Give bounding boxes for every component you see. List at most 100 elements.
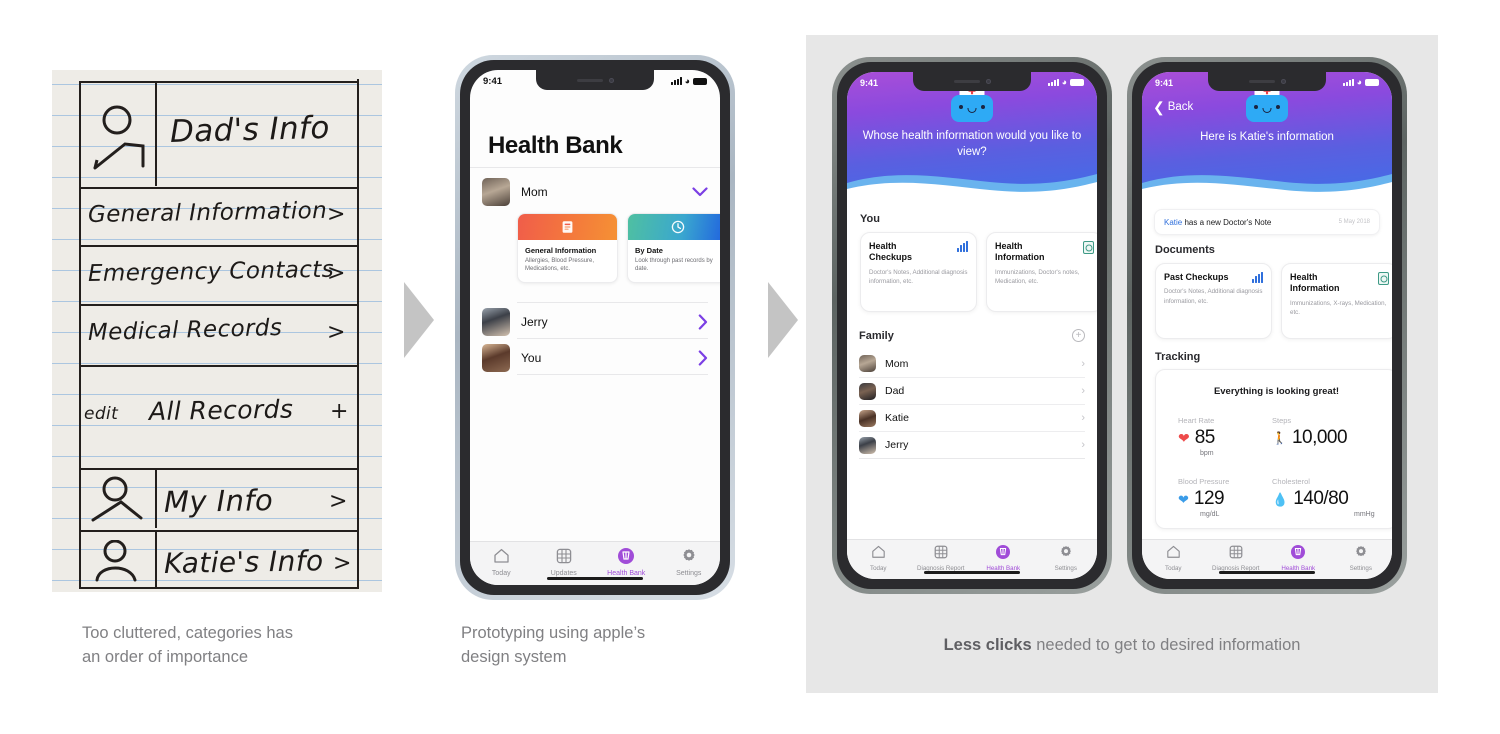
notification-person: Katie bbox=[1164, 217, 1183, 227]
family-row-dad[interactable]: Dad › bbox=[859, 377, 1085, 404]
card-general-information[interactable]: General Information Allergies, Blood Pre… bbox=[517, 213, 618, 284]
document-icon bbox=[1378, 272, 1389, 285]
sketch-row-label-2: Emergency Contacts bbox=[87, 256, 335, 287]
status-indicators: ◕ bbox=[670, 76, 707, 86]
document-icon bbox=[1083, 241, 1094, 254]
avatar bbox=[859, 382, 876, 400]
notification-date: 5 May 2018 bbox=[1338, 219, 1370, 225]
card-by-date[interactable]: By Date Look through past records by dat… bbox=[627, 213, 720, 284]
caption-prototype: Prototyping using apple’s design system bbox=[461, 624, 646, 666]
final-phone-selection: ✚ Whose health information would you lik… bbox=[832, 57, 1112, 594]
card-past-checkups[interactable]: Past Checkups Doctor's Notes, Additional… bbox=[1155, 263, 1272, 339]
health-bank-icon bbox=[618, 548, 635, 569]
chevron-right-icon[interactable] bbox=[698, 313, 708, 330]
sketch-row-affordance-4: + bbox=[330, 399, 349, 424]
person-name: You bbox=[521, 350, 542, 365]
tracking-card: Everything is looking great! Heart Rate … bbox=[1155, 369, 1392, 529]
list-separator bbox=[517, 338, 708, 339]
metric-label: Steps bbox=[1272, 416, 1292, 425]
home-indicator[interactable] bbox=[1219, 571, 1315, 574]
gear-icon bbox=[1059, 545, 1073, 564]
hero-title: Here is Katie's information bbox=[1200, 131, 1334, 143]
person-name: Jerry bbox=[521, 314, 548, 329]
family-row-katie[interactable]: Katie › bbox=[859, 404, 1085, 431]
tab-today[interactable]: Today bbox=[470, 548, 533, 585]
person-row-mom[interactable]: Mom bbox=[482, 177, 708, 207]
card-body: General Information Allergies, Blood Pre… bbox=[518, 240, 617, 282]
robot-mouth bbox=[967, 108, 977, 113]
chevron-right-icon[interactable]: › bbox=[1081, 439, 1085, 451]
card-health-information[interactable]: Health Information Immunizations, Doctor… bbox=[986, 232, 1097, 312]
tab-label: Today bbox=[491, 570, 511, 577]
avatar bbox=[859, 436, 876, 454]
avatar bbox=[482, 343, 510, 372]
sketch-row-affordance-3: > bbox=[327, 320, 346, 345]
tab-today[interactable]: Today bbox=[1142, 545, 1205, 579]
chevron-right-icon[interactable]: › bbox=[1081, 385, 1085, 397]
hero-header: ✚ Whose health information would you lik… bbox=[847, 72, 1097, 200]
metric-steps: Steps 🚶 10,000 bbox=[1272, 416, 1348, 449]
card-subtitle: Look through past records by date. bbox=[635, 258, 713, 273]
notch bbox=[1208, 72, 1326, 91]
phone-bezel: ✚ ❮ Back Here is Katie's information bbox=[1132, 62, 1402, 589]
robot-eye-right bbox=[981, 105, 985, 109]
tab-settings[interactable]: Settings bbox=[658, 548, 721, 585]
card-health-information[interactable]: Health Information Immunizations, X-rays… bbox=[1281, 263, 1392, 339]
hero-question: Whose health information would you like … bbox=[862, 130, 1082, 158]
person-row-jerry[interactable]: Jerry bbox=[482, 306, 708, 337]
home-icon bbox=[871, 545, 886, 564]
notification-card[interactable]: Katie has a new Doctor's Note 5 May 2018 bbox=[1154, 209, 1380, 235]
card-title: Health Information bbox=[1290, 272, 1340, 294]
tab-today[interactable]: Today bbox=[847, 545, 910, 579]
chevron-right-icon[interactable]: › bbox=[1081, 412, 1085, 424]
home-indicator[interactable] bbox=[547, 577, 643, 580]
grid-icon bbox=[1229, 545, 1243, 564]
home-icon bbox=[1166, 545, 1181, 564]
tab-label: Updates bbox=[550, 570, 577, 577]
card-subtitle: Allergies, Blood Pressure, Medications, … bbox=[525, 258, 595, 273]
tab-settings[interactable]: Settings bbox=[1035, 545, 1098, 579]
caption-final-bold: Less clicks bbox=[943, 636, 1032, 654]
metric-unit: bpm bbox=[1200, 450, 1214, 457]
person-row-you[interactable]: You bbox=[482, 342, 708, 373]
add-family-member-button[interactable]: + bbox=[1072, 329, 1085, 342]
notification-text: Katie has a new Doctor's Note bbox=[1164, 218, 1271, 227]
card-title: Health Information bbox=[995, 241, 1045, 263]
health-bank-icon bbox=[1291, 545, 1306, 564]
chevron-down-icon[interactable] bbox=[692, 187, 708, 197]
family-row-jerry[interactable]: Jerry › bbox=[859, 431, 1085, 458]
robot-mouth bbox=[1262, 108, 1272, 113]
metric-unit: mg/dL bbox=[1200, 511, 1220, 518]
camera-icon bbox=[1280, 79, 1286, 84]
avatar bbox=[482, 307, 510, 336]
sketch-row-label-3: Medical Records bbox=[87, 314, 283, 346]
family-name: Katie bbox=[885, 412, 909, 424]
bar-chart-icon bbox=[957, 241, 968, 252]
nurse-robot-icon: ✚ bbox=[949, 85, 995, 125]
card-title: Past Checkups bbox=[1164, 272, 1229, 282]
caption-final-rest: needed to get to desired information bbox=[1031, 636, 1301, 654]
list-separator bbox=[859, 458, 1085, 459]
phone-screen: 9:41 ◕ Health Bank Mom General Informati… bbox=[470, 70, 720, 585]
chevron-right-icon[interactable] bbox=[698, 349, 708, 366]
tab-settings[interactable]: Settings bbox=[1330, 545, 1393, 579]
tab-label: Settings bbox=[1349, 565, 1372, 572]
card-health-checkups[interactable]: Health Checkups Doctor's Notes, Addition… bbox=[860, 232, 977, 312]
sketch-person-icon-3 bbox=[95, 540, 137, 582]
notch bbox=[536, 70, 654, 90]
back-button[interactable]: ❮ Back bbox=[1153, 100, 1193, 114]
hand-sketch-panel: Dad's Info General Information > Emergen… bbox=[52, 70, 382, 592]
blood-drop-icon: ❤ bbox=[1178, 491, 1189, 507]
home-indicator[interactable] bbox=[924, 571, 1020, 574]
speaker-icon bbox=[1248, 80, 1275, 83]
phone-frame: ✚ Whose health information would you lik… bbox=[832, 57, 1112, 594]
family-row-mom[interactable]: Mom › bbox=[859, 350, 1085, 377]
chevron-right-icon[interactable]: › bbox=[1081, 358, 1085, 370]
signal-icon bbox=[670, 77, 682, 85]
card-subtitle: Immunizations, Doctor's notes, Medicatio… bbox=[995, 268, 1080, 285]
notification-body: has a new Doctor's Note bbox=[1182, 217, 1272, 227]
camera-icon bbox=[985, 79, 991, 84]
metric-value-row: ❤ 129 bbox=[1178, 488, 1229, 510]
card-header: Health Information bbox=[1290, 272, 1389, 295]
card-subtitle: Doctor's Notes, Additional diagnosis inf… bbox=[1164, 288, 1263, 305]
